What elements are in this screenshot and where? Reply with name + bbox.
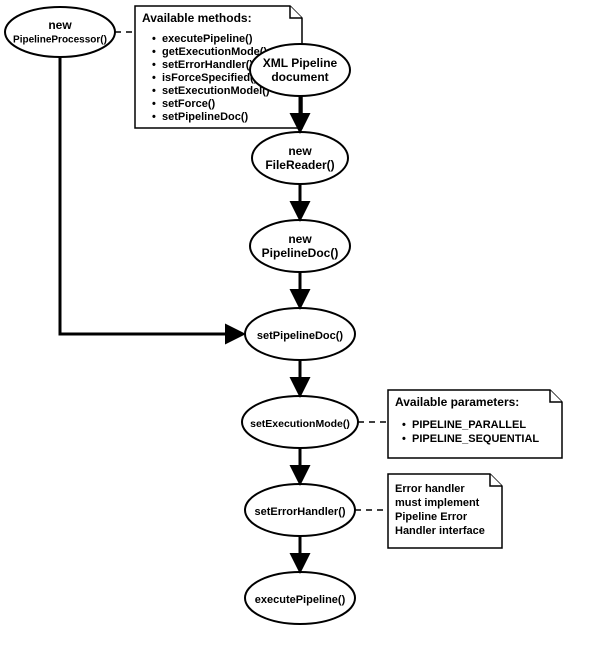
note-item: setForce() [162, 98, 216, 110]
node-pipeline-processor: new PipelineProcessor() [5, 7, 115, 57]
note-item: PIPELINE_PARALLEL [412, 419, 526, 431]
note-item: setErrorHandler() [162, 59, 253, 71]
note-line: Error handler [395, 483, 465, 495]
label: setPipelineDoc() [257, 330, 344, 342]
node-set-error-handler: setErrorHandler() [245, 484, 355, 536]
label: executePipeline() [255, 594, 346, 606]
note-title: Available parameters: [395, 395, 519, 409]
svg-text:•: • [402, 419, 406, 431]
svg-text:•: • [152, 33, 156, 45]
label: new [48, 18, 72, 32]
node-pipeline-doc: new PipelineDoc() [250, 220, 350, 272]
svg-text:•: • [152, 46, 156, 58]
svg-text:•: • [152, 72, 156, 84]
note-title: Available methods: [142, 11, 252, 25]
label: setExecutionMode() [250, 418, 350, 430]
svg-text:•: • [152, 111, 156, 123]
note-item: executePipeline() [162, 33, 253, 45]
label: FileReader() [265, 158, 334, 172]
note-line: must implement [395, 497, 480, 509]
label: XML Pipeline [263, 56, 338, 70]
svg-text:•: • [402, 433, 406, 445]
label: setErrorHandler() [254, 506, 345, 518]
note-available-parameters: Available parameters: • PIPELINE_PARALLEL… [388, 390, 562, 458]
note-item: PIPELINE_SEQUENTIAL [412, 433, 539, 445]
node-file-reader: new FileReader() [252, 132, 348, 184]
node-execute-pipeline: executePipeline() [245, 572, 355, 624]
note-item: setPipelineDoc() [162, 111, 249, 123]
note-item: getExecutionMode() [162, 46, 267, 58]
note-line: Pipeline Error [395, 511, 468, 523]
note-item: isForceSpecified() [162, 72, 258, 84]
note-item: setExecutionModel() [162, 85, 270, 97]
label: new [288, 144, 312, 158]
node-set-pipeline-doc: setPipelineDoc() [245, 308, 355, 360]
label: PipelineDoc() [262, 246, 339, 260]
label: document [271, 70, 328, 84]
label: PipelineProcessor() [13, 35, 107, 46]
label: new [288, 232, 312, 246]
node-xml-pipeline-document: XML Pipeline document [250, 44, 350, 96]
node-set-execution-mode: setExecutionMode() [242, 396, 358, 448]
note-error-handler: Error handler must implement Pipeline Er… [388, 474, 502, 548]
svg-text:•: • [152, 98, 156, 110]
svg-text:•: • [152, 85, 156, 97]
svg-text:•: • [152, 59, 156, 71]
note-line: Handler interface [395, 525, 485, 537]
